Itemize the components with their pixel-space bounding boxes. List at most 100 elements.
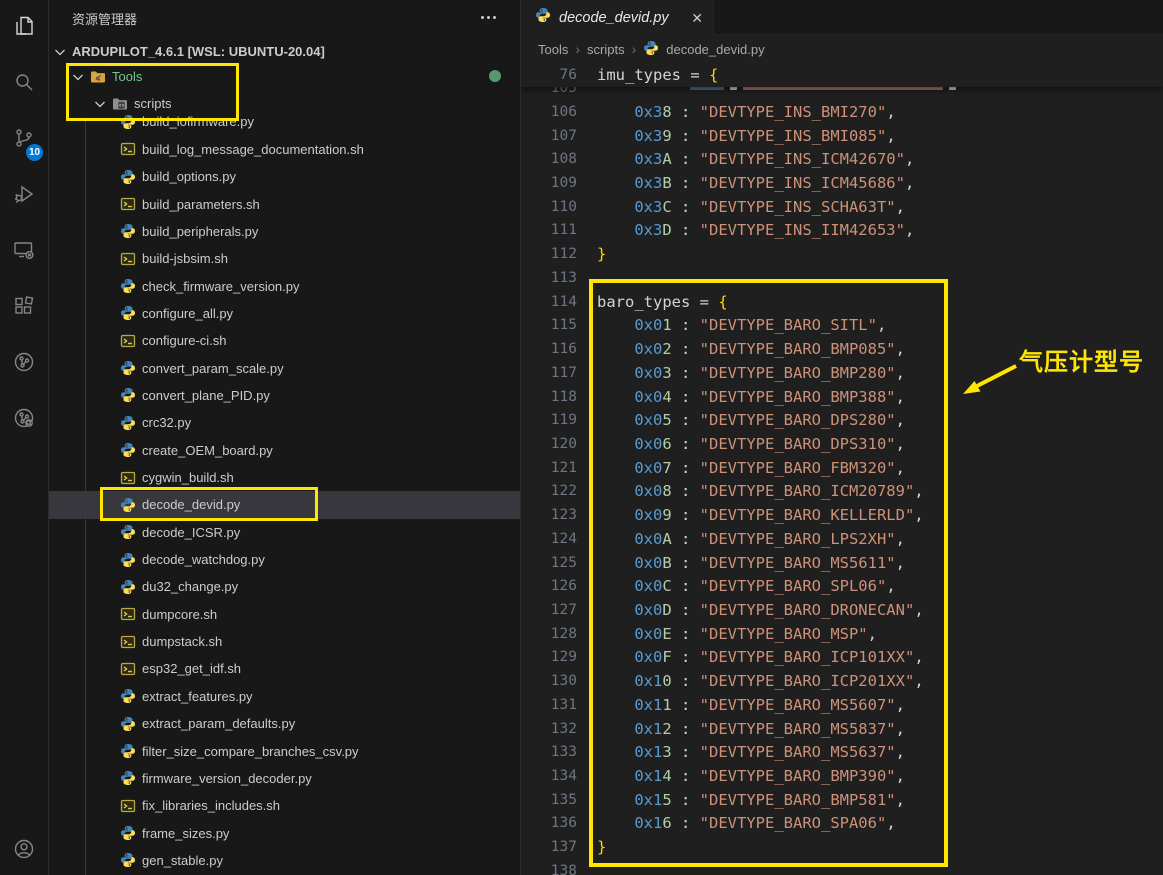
- file-item-decode_watchdog.py[interactable]: decode_watchdog.py: [48, 546, 520, 573]
- file-item-dumpcore.sh[interactable]: dumpcore.sh: [48, 601, 520, 628]
- file-label: du32_change.py: [142, 579, 238, 594]
- file-item-gen_stable.py[interactable]: gen_stable.py: [48, 847, 520, 874]
- file-item-decode_ICSR.py[interactable]: decode_ICSR.py: [48, 519, 520, 546]
- file-item-build_peripherals.py[interactable]: build_peripherals.py: [48, 218, 520, 245]
- activity-bar-item-run-debug[interactable]: [0, 168, 48, 224]
- folder-tools-icon: [90, 69, 106, 85]
- file-item-extract_features.py[interactable]: extract_features.py: [48, 683, 520, 710]
- line-number: 112: [521, 246, 577, 262]
- line-number: 109: [521, 175, 577, 191]
- file-label: build_log_message_documentation.sh: [142, 142, 364, 157]
- python-file-icon: [120, 825, 136, 841]
- activity-bar-item-explorer[interactable]: [0, 0, 48, 56]
- close-icon[interactable]: ✕: [691, 11, 703, 25]
- python-file-icon: [120, 552, 136, 568]
- file-label: cygwin_build.sh: [142, 470, 234, 485]
- code-line-113: 113: [521, 266, 1163, 290]
- file-item-du32_change.py[interactable]: du32_change.py: [48, 573, 520, 600]
- file-item-build_iofirmware.py[interactable]: build_iofirmware.py: [48, 108, 520, 135]
- shell-file-icon: [120, 798, 136, 814]
- activity-bar-item-source-control[interactable]: 10: [0, 112, 48, 168]
- line-number: 110: [521, 199, 577, 215]
- sticky-scroll-line[interactable]: 76 imu_types = {: [521, 63, 1163, 87]
- chevron-down-icon: [70, 69, 86, 85]
- file-item-frame_sizes.py[interactable]: frame_sizes.py: [48, 819, 520, 846]
- chevron-right-icon: ›: [575, 41, 580, 57]
- sticky-code: imu_types = {: [577, 66, 718, 84]
- activity-bar-item-account[interactable]: [0, 823, 48, 875]
- line-number: 117: [521, 365, 577, 381]
- line-number: 129: [521, 649, 577, 665]
- file-item-esp32_get_idf.sh[interactable]: esp32_get_idf.sh: [48, 655, 520, 682]
- file-label: dumpcore.sh: [142, 607, 217, 622]
- code-line-138: 138: [521, 859, 1163, 875]
- scm-changes-badge: 10: [26, 144, 43, 161]
- code-line-109: 109 0x3B : "DEVTYPE_INS_ICM45686",: [521, 171, 1163, 195]
- file-item-build-jsbsim.sh[interactable]: build-jsbsim.sh: [48, 245, 520, 272]
- vscode-window: 10 资源管理器 ARDUPILOT_4.6.1 [WSL: UBUNTU-20…: [0, 0, 1163, 875]
- python-file-icon: [120, 743, 136, 759]
- line-number: 116: [521, 341, 577, 357]
- activity-bar-item-remote-explorer[interactable]: [0, 224, 48, 280]
- file-item-fix_libraries_includes.sh[interactable]: fix_libraries_includes.sh: [48, 792, 520, 819]
- file-item-build_options.py[interactable]: build_options.py: [48, 163, 520, 190]
- activity-bar-item-search[interactable]: [0, 56, 48, 112]
- code-line-125: 125 0x0B : "DEVTYPE_BARO_MS5611",: [521, 551, 1163, 575]
- code-line-112: 112}: [521, 242, 1163, 266]
- python-file-icon: [120, 716, 136, 732]
- line-number: 127: [521, 602, 577, 618]
- code-line-121: 121 0x07 : "DEVTYPE_BARO_FBM320",: [521, 456, 1163, 480]
- line-number: 121: [521, 460, 577, 476]
- file-item-check_firmware_version.py[interactable]: check_firmware_version.py: [48, 272, 520, 299]
- file-item-convert_plane_PID.py[interactable]: convert_plane_PID.py: [48, 382, 520, 409]
- file-item-crc32.py[interactable]: crc32.py: [48, 409, 520, 436]
- python-file-icon: [120, 169, 136, 185]
- code-line-114: 114baro_types = {: [521, 290, 1163, 314]
- breadcrumb-item-scripts[interactable]: scripts: [587, 42, 625, 57]
- tab-decode-devid[interactable]: decode_devid.py ✕: [521, 0, 714, 35]
- python-file-icon: [120, 524, 136, 540]
- code-line-106: 106 0x38 : "DEVTYPE_INS_BMI270",: [521, 100, 1163, 124]
- file-item-decode_devid.py[interactable]: decode_devid.py: [48, 491, 520, 518]
- file-item-build_log_message_documentation.sh[interactable]: build_log_message_documentation.sh: [48, 136, 520, 163]
- shell-file-icon: [120, 196, 136, 212]
- line-number: 133: [521, 744, 577, 760]
- activity-bar-item-gitlens[interactable]: [0, 336, 48, 392]
- chevron-right-icon: ›: [632, 41, 637, 57]
- activity-bar-item-extensions[interactable]: [0, 280, 48, 336]
- python-file-icon: [120, 278, 136, 294]
- python-file-icon: [120, 497, 136, 513]
- breadcrumb-item-tools[interactable]: Tools: [538, 42, 568, 57]
- code-line-130: 130 0x10 : "DEVTYPE_BARO_ICP201XX",: [521, 669, 1163, 693]
- file-item-extract_param_defaults.py[interactable]: extract_param_defaults.py: [48, 710, 520, 737]
- file-item-configure_all.py[interactable]: configure_all.py: [48, 300, 520, 327]
- more-actions-icon[interactable]: [481, 16, 496, 19]
- code-line-122: 122 0x08 : "DEVTYPE_BARO_ICM20789",: [521, 480, 1163, 504]
- file-item-cygwin_build.sh[interactable]: cygwin_build.sh: [48, 464, 520, 491]
- activity-bar-item-gitlens-inspect[interactable]: [0, 392, 48, 448]
- explorer-root-folder[interactable]: ARDUPILOT_4.6.1 [WSL: UBUNTU-20.04]: [48, 38, 520, 65]
- code-editor[interactable]: 105106 0x38 : "DEVTYPE_INS_BMI270",107 0…: [521, 63, 1163, 875]
- file-item-configure-ci.sh[interactable]: configure-ci.sh: [48, 327, 520, 354]
- explorer-sidebar: 资源管理器 ARDUPILOT_4.6.1 [WSL: UBUNTU-20.04…: [48, 0, 520, 875]
- file-item-create_OEM_board.py[interactable]: create_OEM_board.py: [48, 437, 520, 464]
- python-file-icon: [120, 415, 136, 431]
- file-item-build_parameters.sh[interactable]: build_parameters.sh: [48, 190, 520, 217]
- line-number: 136: [521, 815, 577, 831]
- root-folder-label: ARDUPILOT_4.6.1 [WSL: UBUNTU-20.04]: [72, 44, 325, 59]
- code-lines: 105106 0x38 : "DEVTYPE_INS_BMI270",107 0…: [521, 76, 1163, 875]
- remote-explorer-icon: [12, 238, 36, 267]
- file-item-firmware_version_decoder.py[interactable]: firmware_version_decoder.py: [48, 765, 520, 792]
- file-item-convert_param_scale.py[interactable]: convert_param_scale.py: [48, 354, 520, 381]
- file-label: decode_ICSR.py: [142, 525, 240, 540]
- file-label: build_iofirmware.py: [142, 114, 254, 129]
- sidebar-item-tools[interactable]: Tools: [48, 63, 520, 90]
- extensions-icon: [12, 294, 36, 323]
- breadcrumb: Tools › scripts › decode_devid.py: [521, 35, 1163, 63]
- file-label: decode_devid.py: [142, 497, 240, 512]
- file-item-dumpstack.sh[interactable]: dumpstack.sh: [48, 628, 520, 655]
- file-item-filter_size_compare_branches_csv.py[interactable]: filter_size_compare_branches_csv.py: [48, 737, 520, 764]
- line-number: 123: [521, 507, 577, 523]
- line-number: 122: [521, 483, 577, 499]
- breadcrumb-item-file[interactable]: decode_devid.py: [666, 42, 764, 57]
